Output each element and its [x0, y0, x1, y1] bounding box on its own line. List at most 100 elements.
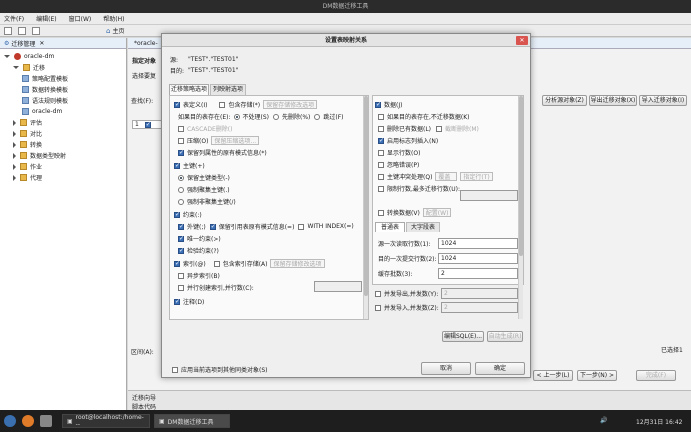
identity-checkbox[interactable]	[378, 137, 384, 144]
read-rows-input[interactable]: 1024	[438, 238, 518, 249]
index-storage-checkbox[interactable]	[213, 260, 220, 267]
comment-row[interactable]: 注释(D)	[174, 297, 204, 306]
export-objects-button[interactable]: 导出迁移对象(X)	[589, 95, 637, 106]
pk-cluster-radio[interactable]	[178, 186, 184, 193]
parallel-index-input[interactable]	[314, 281, 362, 292]
collapsed-arrow-icon[interactable]	[13, 174, 16, 181]
constraint-row[interactable]: 约束(:)	[174, 210, 202, 219]
pk-noncluster-radio[interactable]	[178, 198, 184, 205]
taskbar-terminal[interactable]: ▣ root@localhost:/home---	[62, 414, 150, 428]
tree-item[interactable]: 代理	[0, 172, 126, 183]
collapsed-arrow-icon[interactable]	[13, 152, 16, 159]
apply-same-row[interactable]: 应用当前选项到其他同类对象(S)	[172, 365, 268, 374]
truncate-checkbox[interactable]	[436, 125, 443, 132]
collapsed-arrow-icon[interactable]	[13, 130, 16, 137]
close-icon[interactable]: ✕	[39, 40, 44, 47]
batch-input[interactable]: 2	[438, 268, 518, 279]
tree-item[interactable]: 对比	[0, 128, 126, 139]
delete-existing-checkbox[interactable]	[378, 125, 384, 132]
convert-config-button[interactable]: 配置(W)	[422, 208, 452, 217]
pk-conflict-select[interactable]: 覆盖	[435, 172, 458, 181]
menu-file[interactable]: 文件(F)	[4, 14, 24, 23]
right-scroll-thumb[interactable]	[519, 96, 523, 256]
contains-storage-checkbox[interactable]	[219, 101, 226, 108]
if-exists-skip-radio[interactable]	[233, 113, 240, 120]
compress-options-select[interactable]: 保留压缩选项...	[211, 136, 260, 145]
show-rows-row[interactable]: 显示行数(O)	[378, 148, 420, 157]
pk-noncluster-row[interactable]: 强制非聚集主键(/)	[178, 197, 236, 206]
check-checkbox[interactable]	[178, 247, 184, 254]
table-row[interactable]: 1	[132, 120, 162, 129]
reverse-index-checkbox[interactable]	[178, 272, 184, 279]
ignore-errors-row[interactable]: 忽略错误(P)	[378, 160, 419, 169]
finish-button[interactable]: 完成(F)	[636, 370, 676, 381]
new-icon[interactable]	[4, 26, 12, 35]
keep-storage-select[interactable]: 保留存储修改选项	[263, 100, 318, 109]
next-button[interactable]: 下一步(N) >	[577, 370, 617, 381]
prev-button[interactable]: < 上一步(L)	[533, 370, 573, 381]
collapsed-arrow-icon[interactable]	[13, 141, 16, 148]
if-exists-ignore-radio[interactable]	[314, 113, 321, 120]
no-migrate-checkbox[interactable]	[378, 113, 384, 120]
cascade-row[interactable]: CASCADE删除()	[178, 124, 233, 133]
foreign-key-checkbox[interactable]	[178, 223, 184, 230]
ok-button[interactable]: 确定	[475, 362, 525, 375]
cancel-button[interactable]: 取消	[421, 362, 471, 375]
edit-sql-button[interactable]: 编辑SQL(E)...	[442, 331, 484, 342]
menu-edit[interactable]: 编辑(E)	[36, 14, 56, 23]
subtab-normal[interactable]: 普通表	[375, 222, 405, 232]
unique-row[interactable]: 唯一约束(>)	[178, 234, 221, 243]
menu-help[interactable]: 帮助(H)	[103, 14, 124, 23]
ignore-errors-checkbox[interactable]	[378, 161, 384, 168]
limit-rows-input[interactable]	[460, 190, 518, 201]
analyze-source-button[interactable]: 分析源对象(Z)	[542, 95, 587, 106]
compress-checkbox[interactable]	[178, 137, 184, 144]
no-migrate-row[interactable]: 如果目的表存在,不迁移数据(K)	[378, 112, 470, 121]
browser-icon[interactable]	[22, 415, 34, 427]
tab-wizard[interactable]: 迁移向导	[132, 393, 156, 402]
tray-icons[interactable]: 🔊	[600, 417, 607, 424]
identity-row[interactable]: 启用标志列插入(N)	[378, 136, 438, 145]
tree-item[interactable]: oracle-dm	[0, 106, 126, 117]
commit-rows-input[interactable]: 1024	[438, 253, 518, 264]
if-exists-drop-radio[interactable]	[273, 113, 279, 120]
parallel-export-checkbox[interactable]	[375, 290, 381, 297]
custom-rows-button[interactable]: 指定行(T)	[460, 172, 493, 181]
apply-same-checkbox[interactable]	[172, 366, 178, 373]
tree-item[interactable]: 转换	[0, 139, 126, 150]
convert-data-checkbox[interactable]	[378, 209, 384, 216]
parallel-index-checkbox[interactable]	[178, 284, 184, 291]
tree-item[interactable]: 语法规则模板	[0, 95, 126, 106]
comment-checkbox[interactable]	[174, 298, 180, 305]
keep-attr-checkbox[interactable]	[178, 149, 184, 156]
tab-strategy[interactable]: 迁移策略选项	[169, 84, 209, 95]
save-icon[interactable]	[18, 26, 26, 35]
import-objects-button[interactable]: 导入迁移对象(I)	[639, 95, 687, 106]
table-def-row[interactable]: 表定义(I) 包含存储(*) 保留存储修改选项	[174, 100, 318, 109]
tab-column-mapping[interactable]: 列映射选项	[210, 84, 246, 95]
cascade-checkbox[interactable]	[178, 125, 184, 132]
constraint-checkbox[interactable]	[174, 211, 180, 218]
taskbar-dm-tool[interactable]: ▣ DM数据迁移工具	[154, 414, 230, 428]
show-rows-checkbox[interactable]	[378, 149, 384, 156]
primary-key-checkbox[interactable]	[174, 162, 180, 169]
keep-ref-schema-checkbox[interactable]	[209, 223, 216, 230]
collapsed-arrow-icon[interactable]	[13, 119, 16, 126]
tree-item[interactable]: oracle-dm	[0, 51, 126, 62]
compress-row[interactable]: 压缩(O) 保留压缩选项...	[178, 136, 260, 145]
table-def-checkbox[interactable]	[174, 101, 180, 108]
keep-attr-row[interactable]: 保留列属性的原有模式信息(*)	[178, 148, 267, 157]
parallel-import-input[interactable]: 2	[441, 302, 518, 313]
right-panel-scrollbar[interactable]	[518, 96, 523, 319]
pk-keep-row[interactable]: 保留主键类型(-)	[178, 173, 230, 182]
collapsed-arrow-icon[interactable]	[13, 163, 16, 170]
primary-key-row[interactable]: 主键(+)	[174, 161, 205, 170]
unique-checkbox[interactable]	[178, 235, 184, 242]
data-checkbox[interactable]	[375, 101, 381, 108]
subtab-lob[interactable]: 大字段表	[406, 222, 440, 232]
left-panel-scrollbar[interactable]	[363, 96, 368, 319]
index-checkbox[interactable]	[174, 260, 180, 267]
data-row[interactable]: 数据(J)	[375, 100, 402, 109]
expanded-arrow-icon[interactable]	[13, 66, 19, 69]
pk-cluster-row[interactable]: 强制聚集主键(.)	[178, 185, 230, 194]
